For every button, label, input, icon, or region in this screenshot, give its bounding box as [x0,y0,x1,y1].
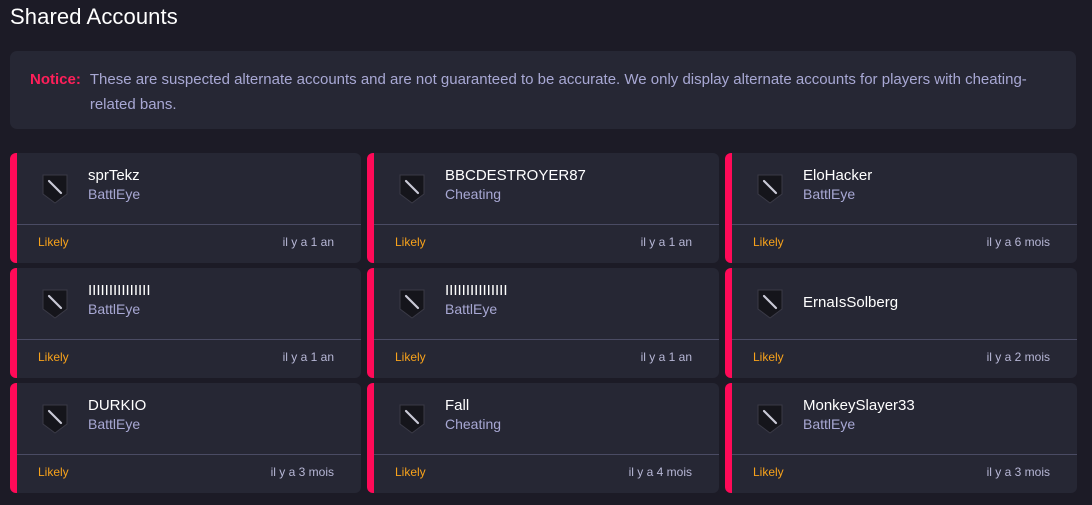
account-names: MonkeySlayer33 BattlEye [803,396,915,434]
notice-label: Notice: [30,71,81,88]
account-card-header: sprTekz BattlEye [17,153,361,224]
ban-time: il y a 1 an [282,235,334,249]
account-names: BBCDESTROYER87 Cheating [445,166,586,204]
account-card[interactable]: Fall Cheating Likely il y a 4 mois [367,383,719,493]
ban-shield-icon [42,404,68,434]
account-card-header: IIIIIIIIIIIIIII BattlEye [374,268,719,339]
confidence-label: Likely [395,465,426,479]
account-name[interactable]: sprTekz [88,166,140,185]
card-divider [17,224,361,225]
confidence-label: Likely [38,465,69,479]
card-divider [17,454,361,455]
account-card-header: ErnaIsSolberg [732,268,1077,339]
account-names: ErnaIsSolberg [803,293,898,312]
ban-shield-icon [399,289,425,319]
account-card-header: IIIIIIIIIIIIIII BattlEye [17,268,361,339]
confidence-label: Likely [38,350,69,364]
account-name[interactable]: BBCDESTROYER87 [445,166,586,185]
card-divider [732,454,1077,455]
ban-shield-icon [399,404,425,434]
confidence-label: Likely [753,465,784,479]
ban-reason: Cheating [445,186,502,202]
account-card-header: Fall Cheating [374,383,719,454]
confidence-label: Likely [753,235,784,249]
account-card[interactable]: ErnaIsSolberg Likely il y a 2 mois [725,268,1077,378]
account-names: Fall Cheating [445,396,501,434]
ban-reason: BattlEye [803,186,856,202]
ban-shield-icon [42,289,68,319]
ban-time: il y a 6 mois [986,235,1050,249]
ban-reason: BattlEye [88,416,141,432]
card-divider [374,454,719,455]
account-card[interactable]: DURKIO BattlEye Likely il y a 3 mois [10,383,361,493]
confidence-label: Likely [395,235,426,249]
account-card-header: BBCDESTROYER87 Cheating [374,153,719,224]
card-divider [17,339,361,340]
ban-reason: BattlEye [88,186,141,202]
ban-shield-icon [757,174,783,204]
account-card[interactable]: IIIIIIIIIIIIIII BattlEye Likely il y a 1… [10,268,361,378]
card-divider [732,339,1077,340]
shared-accounts-page: Shared Accounts Notice: These are suspec… [0,0,1092,505]
ban-time: il y a 1 an [282,350,334,364]
account-name[interactable]: DURKIO [88,396,146,415]
accounts-grid: sprTekz BattlEye Likely il y a 1 an BBCD… [10,153,1077,493]
account-card-header: DURKIO BattlEye [17,383,361,454]
account-card-header: MonkeySlayer33 BattlEye [732,383,1077,454]
account-card[interactable]: sprTekz BattlEye Likely il y a 1 an [10,153,361,263]
confidence-label: Likely [753,350,784,364]
account-name[interactable]: IIIIIIIIIIIIIII [445,281,508,300]
account-name[interactable]: Fall [445,396,501,415]
account-name[interactable]: IIIIIIIIIIIIIII [88,281,151,300]
ban-time: il y a 3 mois [986,465,1050,479]
account-name[interactable]: EloHacker [803,166,872,185]
ban-reason: BattlEye [803,416,856,432]
ban-shield-icon [757,289,783,319]
ban-time: il y a 2 mois [986,350,1050,364]
ban-time: il y a 3 mois [270,465,334,479]
account-names: sprTekz BattlEye [88,166,140,204]
page-title: Shared Accounts [10,4,178,29]
ban-reason: BattlEye [88,301,141,317]
confidence-label: Likely [38,235,69,249]
ban-time: il y a 4 mois [628,465,692,479]
ban-shield-icon [757,404,783,434]
account-names: EloHacker BattlEye [803,166,872,204]
account-card[interactable]: MonkeySlayer33 BattlEye Likely il y a 3 … [725,383,1077,493]
confidence-label: Likely [395,350,426,364]
account-card[interactable]: BBCDESTROYER87 Cheating Likely il y a 1 … [367,153,719,263]
ban-reason: BattlEye [445,301,498,317]
notice-text: These are suspected alternate accounts a… [89,71,1027,113]
account-card-header: EloHacker BattlEye [732,153,1077,224]
account-names: IIIIIIIIIIIIIII BattlEye [445,281,508,319]
ban-reason: Cheating [445,416,502,432]
ban-time: il y a 1 an [640,235,692,249]
card-divider [374,224,719,225]
ban-shield-icon [399,174,425,204]
account-card[interactable]: EloHacker BattlEye Likely il y a 6 mois [725,153,1077,263]
account-name[interactable]: ErnaIsSolberg [803,293,898,312]
account-card[interactable]: IIIIIIIIIIIIIII BattlEye Likely il y a 1… [367,268,719,378]
notice-banner: Notice: These are suspected alternate ac… [10,51,1076,129]
card-divider [374,339,719,340]
account-names: IIIIIIIIIIIIIII BattlEye [88,281,151,319]
ban-shield-icon [42,174,68,204]
ban-time: il y a 1 an [640,350,692,364]
account-name[interactable]: MonkeySlayer33 [803,396,915,415]
account-names: DURKIO BattlEye [88,396,146,434]
card-divider [732,224,1077,225]
